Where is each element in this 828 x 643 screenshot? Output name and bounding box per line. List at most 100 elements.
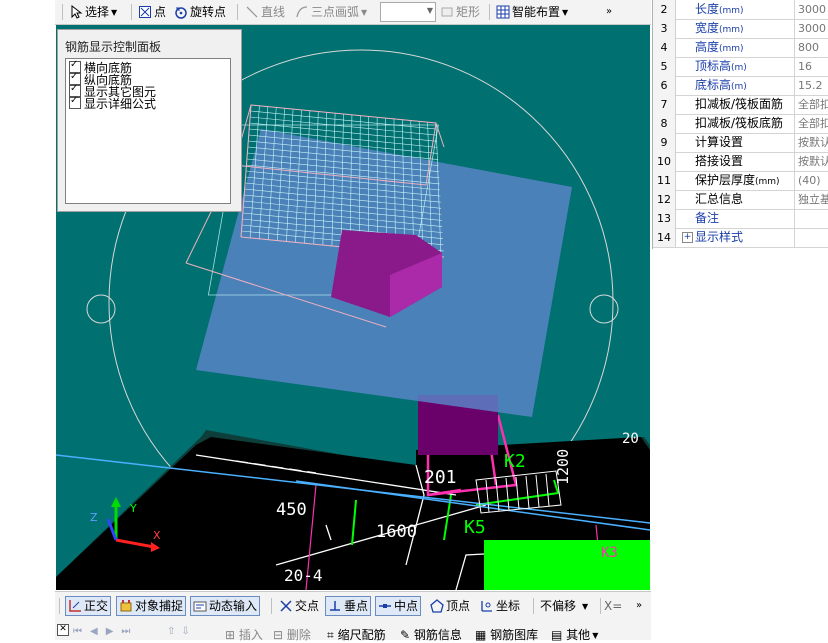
object-snap-toggle[interactable]: 对象捕捉 bbox=[116, 596, 186, 616]
point-button[interactable]: 点 bbox=[138, 3, 166, 21]
checkbox-show-other-elements[interactable]: 显示其它图元 bbox=[69, 85, 156, 97]
ortho-toggle[interactable]: 正交 bbox=[65, 596, 111, 616]
perpendicular-icon bbox=[328, 599, 342, 613]
line-label: 直线 bbox=[261, 5, 285, 19]
intersection-snap-button[interactable]: 交点 bbox=[279, 597, 319, 615]
toolbar-overflow-chevron[interactable]: » bbox=[606, 3, 612, 21]
perpendicular-label: 垂点 bbox=[344, 599, 368, 613]
property-row[interactable]: 3宽度(mm)3000 bbox=[653, 19, 828, 39]
property-row[interactable]: 6底标高(m)15.2 bbox=[653, 76, 828, 96]
property-grid: 2长度(mm)30003宽度(mm)30004高度(mm)8005顶标高(m)1… bbox=[652, 0, 828, 249]
coordinate-snap-button[interactable]: 坐标 bbox=[480, 597, 520, 615]
property-row[interactable]: 10搭接设置按默认 bbox=[653, 152, 828, 172]
property-value[interactable]: 全部扣 bbox=[796, 114, 828, 133]
cad-green-region bbox=[484, 540, 650, 590]
property-value[interactable]: (40) bbox=[796, 171, 828, 190]
property-row[interactable]: 8扣减板/筏板底筋全部扣 bbox=[653, 114, 828, 134]
property-row[interactable]: 2长度(mm)3000 bbox=[653, 0, 828, 20]
property-name-text: 顶标高 bbox=[695, 59, 731, 73]
object-snap-label: 对象捕捉 bbox=[135, 599, 183, 613]
rect-button[interactable]: 矩形 bbox=[440, 3, 480, 21]
property-value[interactable]: 按默认 bbox=[796, 133, 828, 152]
rebar-library-button[interactable]: ▦ 钢筋图库 bbox=[475, 626, 538, 643]
dimension-label-450: 450 bbox=[276, 500, 307, 520]
property-name: +显示样式 bbox=[677, 228, 795, 247]
coordinate-icon bbox=[480, 599, 494, 613]
property-row[interactable]: 13备注 bbox=[653, 209, 828, 229]
three-point-arc-button[interactable]: 三点画弧▼ bbox=[295, 3, 367, 21]
x-coordinate-label: X= bbox=[604, 597, 622, 615]
property-value[interactable]: 3000 bbox=[796, 19, 828, 38]
property-value[interactable]: 全部扣 bbox=[796, 95, 828, 114]
checkbox-transverse-bottom-rebar[interactable]: 横向底筋 bbox=[69, 61, 132, 73]
rebar-info-button[interactable]: ✎ 钢筋信息 bbox=[400, 626, 462, 643]
property-row-number: 7 bbox=[653, 95, 676, 114]
property-row-number: 9 bbox=[653, 133, 676, 152]
chevron-down-icon: ▼ bbox=[361, 8, 367, 17]
property-row-number: 8 bbox=[653, 114, 676, 133]
panel-title: 钢筋显示控制面板 bbox=[65, 38, 161, 55]
other-menu-button[interactable]: ▤ 其他▼ bbox=[551, 626, 598, 643]
property-value[interactable]: 3000 bbox=[796, 0, 828, 19]
arc-parameter-dropdown[interactable]: ▼ bbox=[380, 2, 436, 22]
property-unit: (mm) bbox=[755, 177, 780, 187]
dimension-label-1600: 1600 bbox=[376, 522, 417, 542]
midpoint-snap-button[interactable]: 中点 bbox=[375, 596, 421, 616]
property-value[interactable]: 按默认 bbox=[796, 152, 828, 171]
smart-layout-label: 智能布置 bbox=[512, 5, 560, 19]
toolbar-separator bbox=[489, 4, 490, 20]
delete-button[interactable]: ⊟ 删除 bbox=[273, 626, 311, 643]
intersection-label: 交点 bbox=[295, 599, 319, 613]
cad-label-k2: K2 bbox=[504, 451, 526, 472]
property-row[interactable]: 14+显示样式 bbox=[653, 228, 828, 248]
property-name-text: 宽度 bbox=[695, 21, 719, 35]
property-name-text: 显示样式 bbox=[695, 230, 743, 244]
property-name-text: 计算设置 bbox=[695, 135, 743, 149]
perpendicular-snap-button[interactable]: 垂点 bbox=[325, 596, 371, 616]
property-row[interactable]: 7扣减板/筏板面筋全部扣 bbox=[653, 95, 828, 115]
expand-icon[interactable]: + bbox=[682, 232, 693, 243]
line-icon bbox=[245, 5, 259, 19]
rebar-editor-toolbar: ✕ ⏮◀▶⏭ ⇧⇩ ⊞ 插入 ⊟ 删除 ⌗ 缩尺配筋 ✎ 钢筋信息 ▦ 钢筋图库… bbox=[55, 620, 651, 640]
property-row[interactable]: 9 计算设置 按默认 bbox=[653, 133, 828, 153]
midpoint-label: 中点 bbox=[394, 599, 418, 613]
vertex-snap-button[interactable]: 顶点 bbox=[430, 597, 470, 615]
dynamic-input-icon bbox=[193, 599, 207, 613]
snap-magnet-icon bbox=[119, 599, 133, 613]
offset-value: 不偏移 bbox=[540, 599, 576, 613]
dynamic-input-toggle[interactable]: 动态输入 bbox=[190, 596, 260, 616]
property-value[interactable]: 15.2 bbox=[796, 76, 828, 95]
point-label: 点 bbox=[154, 5, 166, 19]
dimension-label-1200: 1200 bbox=[554, 449, 572, 485]
offset-dropdown[interactable]: 不偏移▼ bbox=[540, 597, 598, 615]
property-value[interactable] bbox=[796, 209, 828, 228]
scale-rebar-button[interactable]: ⌗ 缩尺配筋 bbox=[327, 626, 386, 643]
property-unit: (m) bbox=[731, 82, 747, 92]
checkbox-show-detailed-formula[interactable]: 显示详细公式 bbox=[69, 97, 156, 109]
line-button[interactable]: 直线 bbox=[245, 3, 285, 21]
close-icon[interactable]: ✕ bbox=[57, 624, 69, 636]
move-up-down-buttons[interactable]: ⇧⇩ bbox=[167, 626, 196, 637]
dynamic-input-label: 动态输入 bbox=[209, 599, 257, 613]
rotate-point-button[interactable]: 旋转点 bbox=[174, 3, 226, 21]
property-row[interactable]: 4高度(mm)800 bbox=[653, 38, 828, 58]
smart-layout-button[interactable]: 智能布置▼ bbox=[496, 3, 568, 21]
cad-label-20-4: 20-4 bbox=[284, 566, 323, 585]
record-navigation-buttons[interactable]: ⏮◀▶⏭ bbox=[73, 626, 138, 637]
property-value[interactable]: 800 bbox=[796, 38, 828, 57]
property-value[interactable]: 独立基 bbox=[796, 190, 828, 209]
property-name-text: 长度 bbox=[695, 2, 719, 16]
property-row[interactable]: 5顶标高(m)16 bbox=[653, 57, 828, 77]
checkbox-longitudinal-bottom-rebar[interactable]: 纵向底筋 bbox=[69, 73, 132, 85]
toolbar-overflow-chevron[interactable]: » bbox=[636, 597, 642, 615]
property-value[interactable] bbox=[796, 228, 828, 247]
property-row[interactable]: 12汇总信息独立基 bbox=[653, 190, 828, 210]
grid-layout-icon bbox=[496, 5, 510, 19]
insert-button[interactable]: ⊞ 插入 bbox=[225, 626, 263, 643]
property-row-number: 10 bbox=[653, 152, 676, 171]
property-row[interactable]: 11保护层厚度(mm)(40) bbox=[653, 171, 828, 191]
property-name: 宽度(mm) bbox=[677, 19, 795, 38]
select-button[interactable]: 选择▼ bbox=[69, 3, 117, 21]
property-value[interactable]: 16 bbox=[796, 57, 828, 76]
cad-label-k3: K3 bbox=[601, 545, 618, 561]
